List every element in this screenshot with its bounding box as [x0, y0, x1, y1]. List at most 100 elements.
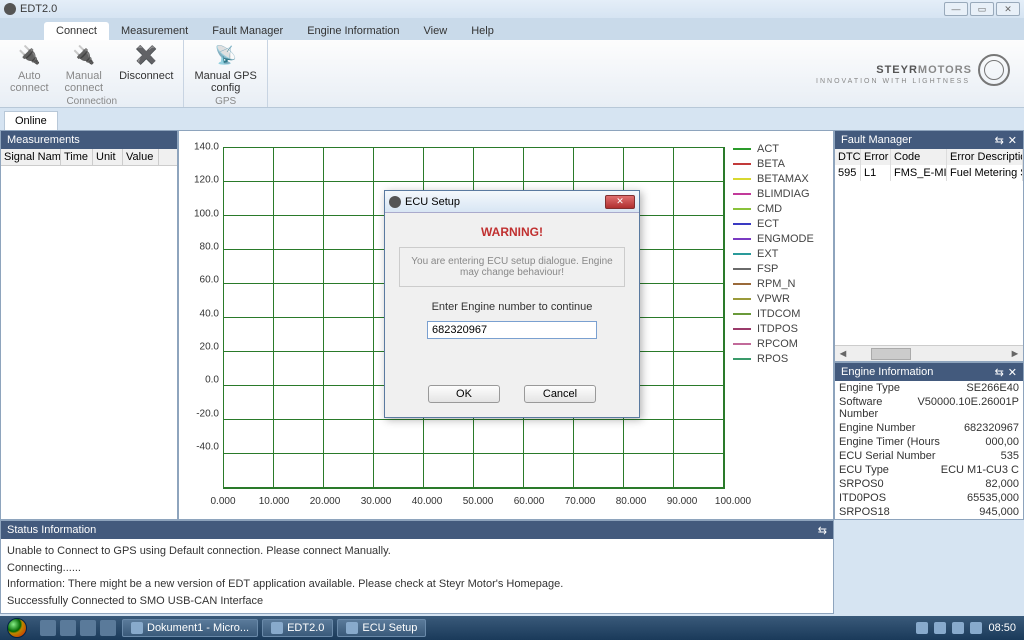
y-tick: 40.0 [183, 308, 219, 319]
taskbar-task[interactable]: EDT2.0 [262, 619, 333, 637]
cancel-button[interactable]: Cancel [524, 385, 596, 403]
menu-measurement[interactable]: Measurement [109, 22, 200, 40]
legend-item[interactable]: VPWR [733, 293, 825, 305]
fault-manager-panel: Fault Manager ⇆ ✕ DTC Error Code Error D… [834, 130, 1024, 362]
scroll-thumb[interactable] [871, 348, 911, 360]
taskbar: Dokument1 - Micro... EDT2.0 ECU Setup 08… [0, 616, 1024, 640]
tray-icon[interactable] [970, 622, 982, 634]
maximize-button[interactable]: ▭ [970, 2, 994, 16]
panel-expand-icon[interactable]: ⇆ [995, 134, 1004, 147]
app-icon [4, 3, 16, 15]
panel-close-icon[interactable]: ✕ [1008, 366, 1017, 379]
plug-icon: 🔌 [72, 44, 96, 68]
enginfo-row: SRPOS082,000 [835, 477, 1023, 491]
menu-view[interactable]: View [412, 22, 460, 40]
ribbon-group-label: GPS [215, 96, 236, 107]
col-time[interactable]: Time [61, 149, 93, 165]
minimize-button[interactable]: — [944, 2, 968, 16]
prompt-label: Enter Engine number to continue [399, 301, 625, 313]
col-signal[interactable]: Signal Name [1, 149, 61, 165]
y-tick: 140.0 [183, 142, 219, 153]
disconnect-button[interactable]: ✖️ Disconnect [113, 42, 179, 96]
col-error[interactable]: Error [861, 149, 891, 165]
col-value[interactable]: Value [123, 149, 159, 165]
auto-connect-button: 🔌 Auto connect [4, 42, 55, 96]
quicklaunch-icon[interactable] [40, 620, 56, 636]
dialog-icon [389, 196, 401, 208]
plug-icon: 🔌 [17, 44, 41, 68]
measurements-panel: Measurements Signal Name Time Unit Value [0, 130, 178, 520]
measurements-title: Measurements [1, 131, 177, 149]
quicklaunch-icon[interactable] [100, 620, 116, 636]
windows-orb-icon [7, 618, 27, 638]
close-button[interactable]: ✕ [996, 2, 1020, 16]
disconnect-icon: ✖️ [134, 44, 158, 68]
scroll-left-icon[interactable]: ◄ [835, 348, 851, 360]
legend-item[interactable]: BLIMDIAG [733, 188, 825, 200]
tray-icon[interactable] [916, 622, 928, 634]
fault-row[interactable]: 595 L1 FMS_E-MIN Fuel Metering So [835, 165, 1023, 181]
legend-item[interactable]: ITDPOS [733, 323, 825, 335]
enginfo-title: Engine Information [841, 366, 933, 378]
legend-item[interactable]: ITDCOM [733, 308, 825, 320]
col-desc[interactable]: Error Description [947, 149, 1023, 165]
enginfo-row: SRPOS18945,000 [835, 505, 1023, 519]
ok-button[interactable]: OK [428, 385, 500, 403]
x-tick: 0.000 [210, 496, 235, 507]
legend-item[interactable]: EXT [733, 248, 825, 260]
system-tray: 08:50 [916, 622, 1024, 634]
dialog-title: ECU Setup [405, 196, 460, 208]
y-tick: 80.0 [183, 242, 219, 253]
x-tick: 80.000 [616, 496, 647, 507]
menu-help[interactable]: Help [459, 22, 506, 40]
x-tick: 60.000 [514, 496, 545, 507]
tray-icon[interactable] [934, 622, 946, 634]
legend-item[interactable]: RPM_N [733, 278, 825, 290]
menu-connect[interactable]: Connect [44, 22, 109, 40]
enginfo-row: ECU Serial Number535 [835, 449, 1023, 463]
status-line: Unable to Connect to GPS using Default c… [7, 543, 827, 560]
panel-expand-icon[interactable]: ⇆ [818, 524, 827, 537]
status-line: Successfully Connected to SMO USB-CAN In… [7, 593, 827, 610]
manual-gps-button[interactable]: 📡 Manual GPS config [188, 42, 262, 96]
quicklaunch-icon[interactable] [80, 620, 96, 636]
legend-item[interactable]: FSP [733, 263, 825, 275]
warning-message: You are entering ECU setup dialogue. Eng… [399, 247, 625, 287]
taskbar-task[interactable]: Dokument1 - Micro... [122, 619, 258, 637]
legend-item[interactable]: BETA [733, 158, 825, 170]
clock[interactable]: 08:50 [988, 622, 1016, 634]
panel-close-icon[interactable]: ✕ [1008, 134, 1017, 147]
y-tick: -40.0 [183, 442, 219, 453]
menu-engine-info[interactable]: Engine Information [295, 22, 411, 40]
legend-item[interactable]: ECT [733, 218, 825, 230]
fault-scrollbar[interactable]: ◄ ► [835, 345, 1023, 361]
menu-fault-manager[interactable]: Fault Manager [200, 22, 295, 40]
manual-connect-button: 🔌 Manual connect [59, 42, 110, 96]
legend-item[interactable]: ACT [733, 143, 825, 155]
y-tick: 60.0 [183, 275, 219, 286]
legend-item[interactable]: CMD [733, 203, 825, 215]
x-tick: 70.000 [565, 496, 596, 507]
chart-legend: ACT BETA BETAMAX BLIMDIAG CMD ECT ENGMODE EXT FS… [725, 139, 825, 511]
fault-title: Fault Manager [841, 134, 912, 146]
taskbar-task[interactable]: ECU Setup [337, 619, 426, 637]
legend-item[interactable]: RPOS [733, 353, 825, 365]
legend-item[interactable]: BETAMAX [733, 173, 825, 185]
enginfo-row: Engine Timer (Hours000,00 [835, 435, 1023, 449]
quicklaunch-icon[interactable] [60, 620, 76, 636]
dialog-close-button[interactable]: ✕ [605, 195, 635, 209]
start-button[interactable] [0, 616, 34, 640]
status-panel: Status Information ⇆ Unable to Connect t… [0, 520, 834, 614]
online-tabbar: Online [0, 108, 1024, 130]
tray-icon[interactable] [952, 622, 964, 634]
col-dtc[interactable]: DTC [835, 149, 861, 165]
tab-online[interactable]: Online [4, 111, 58, 130]
status-line: Connecting...... [7, 560, 827, 577]
col-code[interactable]: Code [891, 149, 947, 165]
scroll-right-icon[interactable]: ► [1007, 348, 1023, 360]
engine-number-input[interactable] [427, 321, 597, 339]
legend-item[interactable]: RPCOM [733, 338, 825, 350]
col-unit[interactable]: Unit [93, 149, 123, 165]
panel-expand-icon[interactable]: ⇆ [995, 366, 1004, 379]
legend-item[interactable]: ENGMODE [733, 233, 825, 245]
